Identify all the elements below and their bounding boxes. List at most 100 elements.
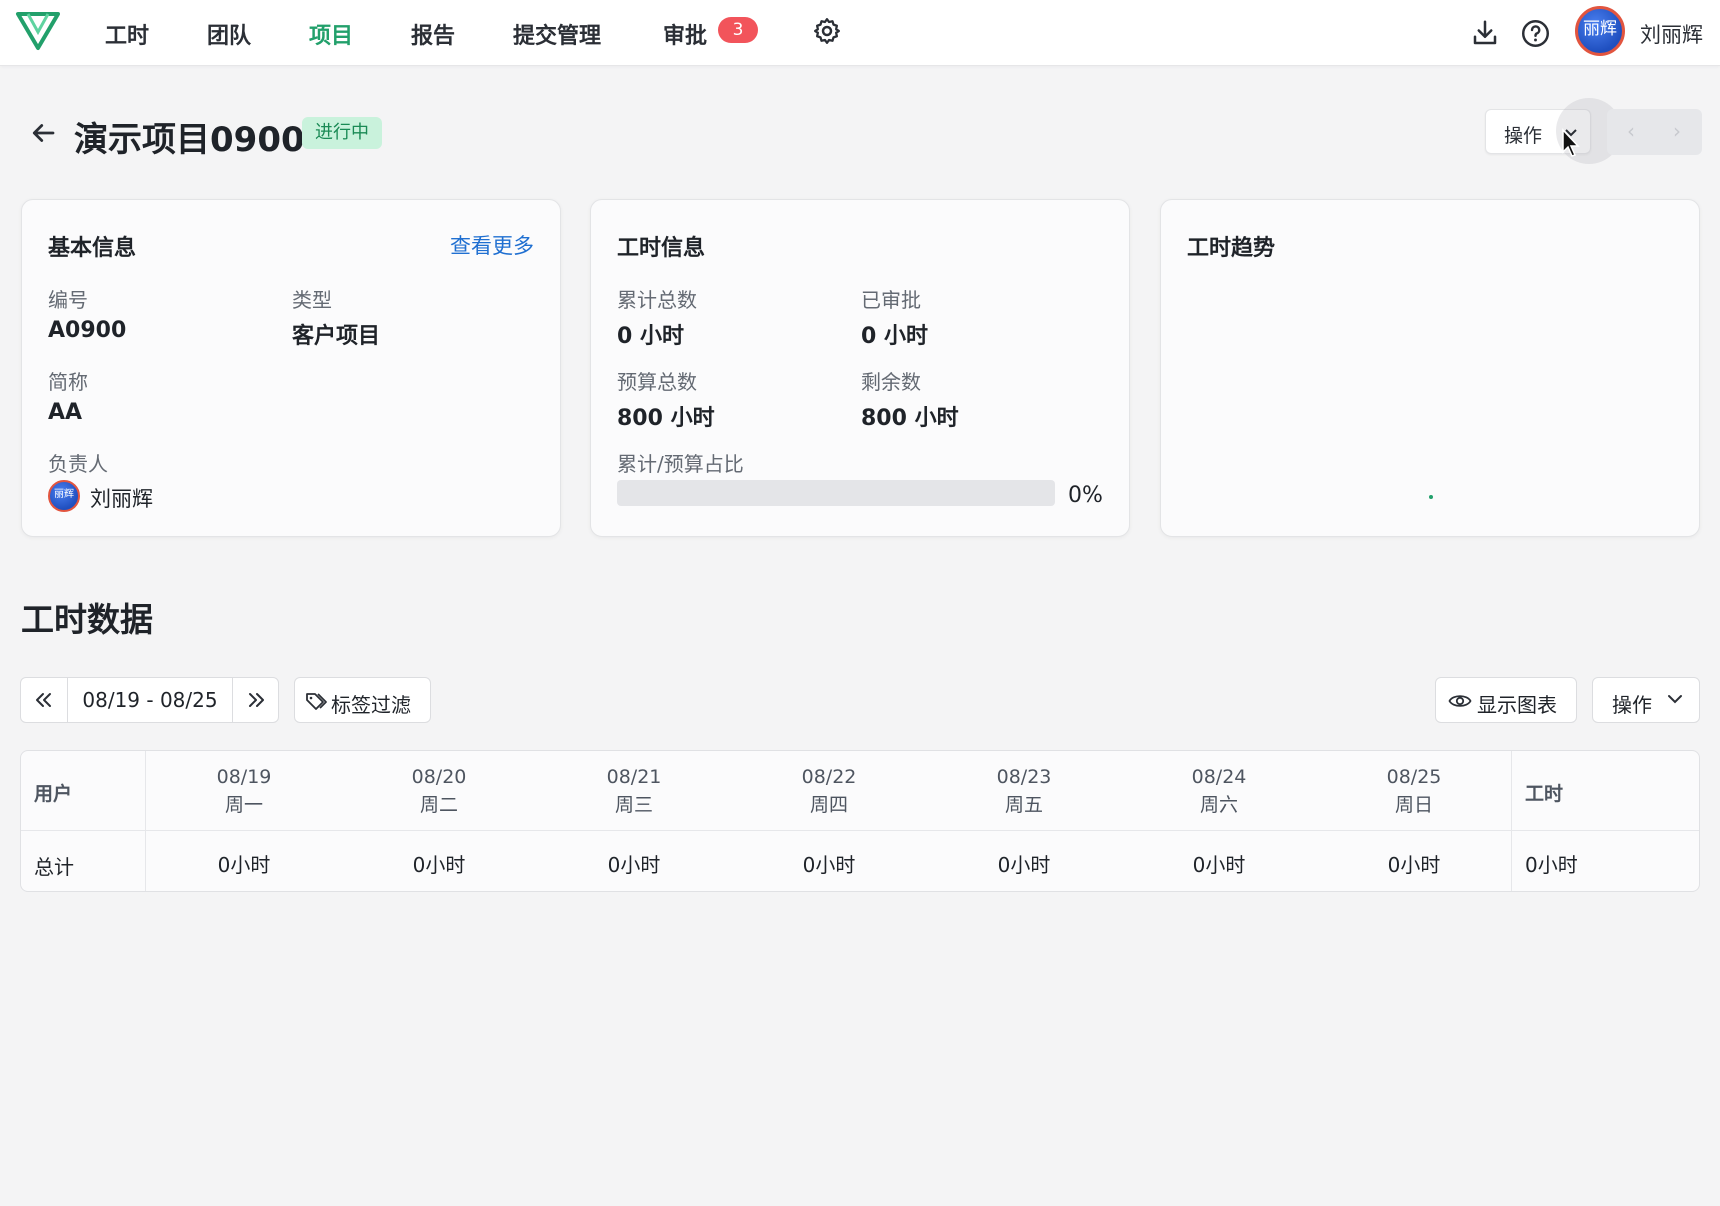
tag-icon bbox=[306, 693, 327, 710]
double-chevron-right-icon bbox=[249, 693, 264, 707]
mouse-cursor-icon bbox=[1562, 128, 1580, 157]
see-more-link[interactable]: 查看更多 bbox=[450, 230, 534, 260]
day-weekday: 周二 bbox=[419, 794, 458, 816]
table-cell: 0小时 bbox=[412, 853, 466, 877]
tag-filter-button[interactable]: 标签过滤 bbox=[294, 677, 431, 723]
column-divider bbox=[145, 751, 146, 891]
page-title: 演示项目0900 bbox=[74, 120, 305, 160]
hours-info-card: 工时信息 累计总数 0 小时 已审批 0 小时 预算总数 800 小时 剩余数 … bbox=[590, 199, 1130, 537]
table-cell: 0小时 bbox=[1192, 853, 1246, 877]
budget-value: 800 小时 bbox=[617, 406, 715, 431]
show-chart-label: 显示图表 bbox=[1477, 693, 1557, 717]
owner-avatar-text: 丽辉 bbox=[54, 489, 74, 500]
hours-data-title: 工时数据 bbox=[21, 600, 153, 639]
day-weekday: 周三 bbox=[614, 794, 653, 816]
trend-chart-point bbox=[1429, 495, 1433, 499]
nav-item-hours[interactable]: 工时 bbox=[105, 18, 149, 50]
user-avatar[interactable]: 丽辉 bbox=[1575, 6, 1625, 56]
table-cell: 0小时 bbox=[607, 853, 661, 877]
day-date: 08/22 bbox=[801, 766, 857, 788]
tag-filter-label: 标签过滤 bbox=[331, 693, 411, 717]
short-name-label: 简称 bbox=[48, 370, 88, 394]
chevron-down-icon bbox=[1668, 695, 1682, 704]
eye-icon bbox=[1448, 695, 1472, 707]
code-label: 编号 bbox=[48, 288, 88, 312]
day-weekday: 周六 bbox=[1199, 794, 1238, 816]
column-header-day: 08/22 周四 bbox=[769, 763, 889, 819]
column-header-day: 08/19 周一 bbox=[184, 763, 304, 819]
date-range-display[interactable]: 08/19 - 08/25 bbox=[68, 678, 233, 722]
day-weekday: 周五 bbox=[1004, 794, 1043, 816]
day-date: 08/25 bbox=[1386, 766, 1442, 788]
prev-week-button[interactable] bbox=[21, 678, 68, 722]
budget-label: 预算总数 bbox=[617, 370, 697, 394]
total-hours-value: 0 小时 bbox=[617, 324, 684, 349]
column-header-hours: 工时 bbox=[1525, 783, 1564, 805]
ratio-value: 0% bbox=[1068, 483, 1103, 508]
column-header-day: 08/23 周五 bbox=[964, 763, 1084, 819]
header-operation-dropdown[interactable]: 操作 bbox=[1485, 98, 1622, 164]
user-name[interactable]: 刘丽辉 bbox=[1640, 19, 1703, 49]
type-label: 类型 bbox=[292, 288, 332, 312]
remaining-label: 剩余数 bbox=[861, 370, 921, 394]
column-header-day: 08/21 周三 bbox=[574, 763, 694, 819]
column-header-day: 08/24 周六 bbox=[1159, 763, 1279, 819]
nav-item-team[interactable]: 团队 bbox=[207, 18, 251, 50]
total-row-label: 总计 bbox=[34, 855, 74, 879]
approved-hours-value: 0 小时 bbox=[861, 324, 928, 349]
back-arrow-icon[interactable] bbox=[28, 118, 58, 148]
owner-label: 负责人 bbox=[48, 452, 108, 476]
table-cell: 0小时 bbox=[217, 853, 271, 877]
help-icon[interactable] bbox=[1520, 18, 1551, 49]
basic-info-title: 基本信息 bbox=[48, 236, 137, 261]
app-logo[interactable] bbox=[14, 8, 62, 54]
total-hours-cell: 0小时 bbox=[1525, 853, 1578, 877]
column-header-user: 用户 bbox=[34, 783, 73, 805]
basic-info-card: 基本信息 查看更多 编号 A0900 类型 客户项目 简称 AA 负责人 丽辉 … bbox=[21, 199, 561, 537]
table-operation-dropdown[interactable]: 操作 bbox=[1592, 677, 1700, 723]
double-chevron-left-icon bbox=[36, 693, 51, 707]
day-date: 08/21 bbox=[606, 766, 662, 788]
project-status-tag: 进行中 bbox=[302, 117, 382, 149]
short-name-value: AA bbox=[48, 400, 83, 425]
nav-item-projects[interactable]: 项目 bbox=[309, 18, 353, 50]
settings-icon[interactable] bbox=[812, 16, 842, 46]
ratio-label: 累计/预算占比 bbox=[617, 452, 744, 476]
hours-trend-title: 工时趋势 bbox=[1187, 236, 1276, 261]
day-date: 08/24 bbox=[1191, 766, 1247, 788]
type-value: 客户项目 bbox=[292, 324, 381, 349]
nav-item-submissions[interactable]: 提交管理 bbox=[513, 18, 601, 50]
next-project-icon[interactable]: › bbox=[1673, 119, 1681, 143]
hours-table: 用户 08/19 周一 08/20 周二 08/21 周三 08/22 周四 0… bbox=[20, 750, 1700, 892]
code-value: A0900 bbox=[48, 318, 127, 343]
column-header-day: 08/20 周二 bbox=[379, 763, 499, 819]
prev-project-icon[interactable]: ‹ bbox=[1627, 119, 1635, 143]
day-date: 08/20 bbox=[411, 766, 467, 788]
owner-name: 刘丽辉 bbox=[90, 487, 153, 511]
show-chart-button[interactable]: 显示图表 bbox=[1435, 677, 1577, 723]
day-weekday: 周一 bbox=[224, 794, 263, 816]
day-date: 08/19 bbox=[216, 766, 272, 788]
top-navbar: 工时 团队 项目 报告 提交管理 审批 3 丽辉 刘丽辉 bbox=[0, 0, 1720, 66]
header-operation-label: 操作 bbox=[1504, 125, 1543, 147]
nav-item-reports[interactable]: 报告 bbox=[411, 18, 455, 50]
next-week-button[interactable] bbox=[233, 678, 279, 722]
date-range-navigator: 08/19 - 08/25 bbox=[20, 677, 279, 723]
hours-trend-card: 工时趋势 bbox=[1160, 199, 1700, 537]
column-header-day: 08/25 周日 bbox=[1354, 763, 1474, 819]
table-cell: 0小时 bbox=[997, 853, 1051, 877]
remaining-value: 800 小时 bbox=[861, 406, 959, 431]
download-icon[interactable] bbox=[1470, 18, 1500, 48]
approved-hours-label: 已审批 bbox=[861, 288, 921, 312]
hours-info-title: 工时信息 bbox=[617, 236, 706, 261]
table-cell: 0小时 bbox=[802, 853, 856, 877]
table-cell: 0小时 bbox=[1387, 853, 1441, 877]
approval-count-badge: 3 bbox=[718, 17, 758, 43]
user-avatar-text: 丽辉 bbox=[1583, 19, 1617, 39]
budget-progress-bar bbox=[617, 480, 1055, 506]
owner-avatar: 丽辉 bbox=[48, 480, 80, 512]
day-date: 08/23 bbox=[996, 766, 1052, 788]
nav-item-approval[interactable]: 审批 bbox=[663, 18, 707, 50]
table-operation-label: 操作 bbox=[1612, 693, 1652, 717]
day-weekday: 周日 bbox=[1394, 794, 1433, 816]
